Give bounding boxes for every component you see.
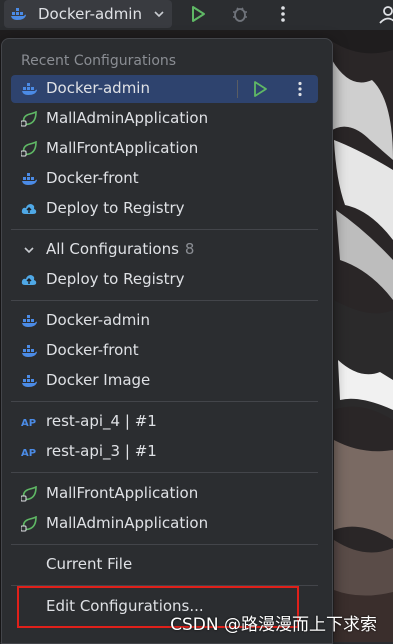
config-item-label: rest-api_3 | #1	[46, 442, 157, 460]
spring-boot-icon	[21, 486, 37, 502]
config-item-docker-admin-all[interactable]: Docker-admin	[11, 307, 318, 335]
user-icon[interactable]	[378, 4, 393, 24]
all-configurations-toggle[interactable]: All Configurations 8	[11, 236, 318, 264]
docker-icon	[22, 173, 37, 185]
run-configuration-name: Docker-admin	[38, 5, 142, 23]
current-file-item[interactable]: Current File	[11, 551, 318, 579]
config-item-label: Docker-admin	[46, 311, 150, 329]
run-icon[interactable]	[188, 4, 208, 24]
svg-text:API: API	[21, 418, 37, 429]
chevron-down-icon	[154, 11, 164, 18]
current-file-label: Current File	[46, 555, 133, 573]
separator	[11, 229, 318, 230]
config-item-label: MallAdminApplication	[46, 514, 209, 532]
config-item-label: rest-api_4 | #1	[46, 412, 157, 430]
config-item-label: Docker-front	[46, 169, 139, 187]
config-item-label: Docker Image	[46, 371, 151, 389]
recent-configurations-header: Recent Configurations	[21, 53, 177, 69]
config-item-rest-api-4[interactable]: API rest-api_4 | #1	[11, 408, 318, 436]
spring-boot-icon	[21, 141, 37, 157]
cloud-upload-icon	[21, 204, 37, 214]
config-item-deploy-to-registry[interactable]: Deploy to Registry	[11, 195, 318, 223]
separator	[11, 544, 318, 545]
docker-icon	[22, 315, 37, 327]
svg-text:API: API	[21, 448, 37, 459]
docker-icon	[11, 8, 26, 20]
config-item-label: Deploy to Registry	[46, 270, 185, 288]
all-configurations-label: All Configurations 8	[46, 240, 194, 258]
config-item-label: Docker-admin	[46, 79, 150, 97]
config-item-label: MallAdminApplication	[46, 109, 209, 127]
spring-boot-icon	[21, 516, 37, 532]
run-configurations-popup: Recent Configurations Docker-admin MallA…	[1, 38, 333, 644]
config-item-deploy-to-registry-all[interactable]: Deploy to Registry	[11, 266, 318, 294]
docker-icon	[22, 375, 37, 387]
docker-icon	[22, 345, 37, 357]
config-item-docker-front-all[interactable]: Docker-front	[11, 337, 318, 365]
config-item-docker-image[interactable]: Docker Image	[11, 367, 318, 395]
divider	[237, 80, 238, 98]
config-item-rest-api-3[interactable]: API rest-api_3 | #1	[11, 438, 318, 466]
config-item-label: Deploy to Registry	[46, 199, 185, 217]
config-item-mall-admin-application-all[interactable]: MallAdminApplication	[11, 510, 318, 538]
separator	[11, 472, 318, 473]
separator	[11, 401, 318, 402]
chevron-down-icon	[24, 247, 34, 254]
run-icon[interactable]	[251, 80, 269, 98]
config-item-label: Docker-front	[46, 341, 139, 359]
cloud-upload-icon	[21, 275, 37, 285]
config-item-label: MallFrontApplication	[46, 484, 199, 502]
run-configuration-selector[interactable]: Docker-admin	[4, 0, 172, 28]
config-item-label: MallFrontApplication	[46, 139, 199, 157]
docker-icon	[22, 83, 37, 95]
api-icon: API	[21, 418, 37, 429]
config-item-mall-front-application-all[interactable]: MallFrontApplication	[11, 480, 318, 508]
config-item-mall-admin-application[interactable]: MallAdminApplication	[11, 105, 318, 133]
all-configurations-count: 8	[184, 240, 195, 258]
debug-icon[interactable]	[230, 4, 250, 24]
watermark: CSDN @路漫漫而上下求索	[170, 615, 377, 635]
more-vertical-icon[interactable]	[291, 80, 309, 98]
config-item-mall-front-application[interactable]: MallFrontApplication	[11, 135, 318, 163]
main-toolbar: Docker-admin	[0, 0, 393, 30]
separator	[11, 300, 318, 301]
config-item-docker-front[interactable]: Docker-front	[11, 165, 318, 193]
config-item-docker-admin[interactable]: Docker-admin	[11, 75, 318, 103]
all-configurations-text: All Configurations	[46, 240, 179, 258]
spring-boot-icon	[21, 111, 37, 127]
api-icon: API	[21, 448, 37, 459]
more-vertical-icon[interactable]	[273, 4, 293, 24]
